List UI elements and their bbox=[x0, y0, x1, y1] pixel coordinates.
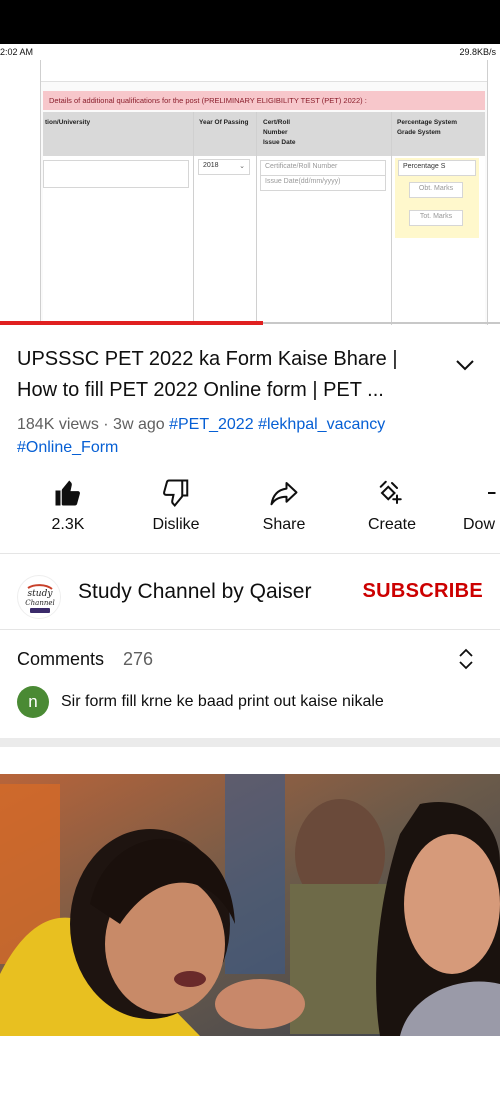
comments-section[interactable]: Comments 276 n Sir form fill krne ke baa… bbox=[0, 630, 500, 738]
form-table-header: tion/University Year Of Passing Cert/Rol… bbox=[43, 112, 485, 156]
like-count: 2.3K bbox=[51, 516, 85, 533]
svg-text:study: study bbox=[28, 589, 54, 599]
obt-marks-input: Obt. Marks bbox=[409, 182, 463, 198]
video-meta: 184K views · 3w ago #PET_2022 #lekhpal_v… bbox=[17, 413, 457, 459]
form-top-row bbox=[41, 60, 487, 82]
col-cert-line3: Issue Date bbox=[263, 139, 296, 146]
dislike-button[interactable]: Dislike bbox=[131, 478, 221, 534]
channel-row[interactable]: study Channel Study Channel by Qaiser SU… bbox=[0, 555, 500, 629]
col-pct-line1: Percentage System bbox=[397, 119, 457, 126]
status-time: 2:02 AM bbox=[0, 47, 34, 57]
share-icon bbox=[270, 482, 298, 506]
thumbs-down-icon bbox=[163, 479, 189, 508]
expand-description-icon[interactable] bbox=[452, 352, 478, 378]
tot-marks-input: Tot. Marks bbox=[409, 210, 463, 226]
col-institution: tion/University bbox=[45, 119, 91, 126]
form-section-heading: Details of additional qualifications for… bbox=[43, 91, 485, 110]
download-icon bbox=[488, 492, 496, 494]
top-black-bar bbox=[0, 0, 500, 44]
issue-date-input: Issue Date(dd/mm/yyyy) bbox=[260, 175, 386, 191]
institution-input bbox=[43, 160, 189, 188]
comment-text: Sir form fill krne ke baad print out kai… bbox=[61, 693, 384, 710]
comments-title: Comments bbox=[17, 649, 105, 669]
commenter-avatar: n bbox=[17, 686, 49, 718]
share-label: Share bbox=[262, 516, 306, 533]
percentage-select-value: Percentage S bbox=[403, 163, 446, 170]
thumbs-up-icon bbox=[55, 480, 80, 506]
col-divider bbox=[193, 112, 194, 325]
col-percentage: Percentage System Grade System bbox=[397, 118, 457, 138]
download-button[interactable]: Dow bbox=[455, 478, 500, 534]
hashtag-link[interactable]: #Online_Form bbox=[17, 439, 118, 456]
chevron-down-icon: ⌄ bbox=[239, 163, 245, 170]
create-icon bbox=[379, 480, 402, 504]
channel-name[interactable]: Study Channel by Qaiser bbox=[78, 580, 311, 604]
section-gap bbox=[0, 738, 500, 747]
video-player[interactable]: Details of additional qualifications for… bbox=[0, 60, 500, 325]
percentage-select: Percentage S bbox=[398, 160, 476, 176]
hashtag-link[interactable]: #PET_2022 bbox=[169, 416, 254, 433]
col-divider bbox=[256, 112, 257, 325]
thumbnail-image bbox=[0, 774, 500, 1036]
year-select-value: 2018 bbox=[203, 162, 219, 169]
like-button[interactable]: 2.3K bbox=[23, 478, 113, 534]
comments-count: 276 bbox=[123, 649, 154, 669]
video-progress-remaining[interactable] bbox=[263, 322, 500, 324]
status-bar: 2:02 AM 29.8KB/s bbox=[0, 44, 500, 60]
channel-logo: study Channel bbox=[19, 577, 60, 618]
view-count: 184K views bbox=[17, 416, 99, 433]
upload-age: 3w ago bbox=[113, 416, 165, 433]
video-progress-played[interactable] bbox=[0, 321, 263, 325]
expand-comments-icon[interactable] bbox=[455, 646, 477, 672]
col-cert: Cert/Roll Number Issue Date bbox=[263, 118, 296, 148]
form-frame: Details of additional qualifications for… bbox=[40, 60, 488, 325]
year-select: 2018 ⌄ bbox=[198, 159, 250, 175]
cert-number-input: Certificate/Roll Number bbox=[260, 160, 386, 176]
col-year: Year Of Passing bbox=[199, 119, 249, 126]
channel-avatar[interactable]: study Channel bbox=[17, 575, 61, 619]
svg-text:Channel: Channel bbox=[25, 599, 54, 607]
video-title[interactable]: UPSSSC PET 2022 ka Form Kaise Bhare | Ho… bbox=[17, 344, 437, 406]
subscribe-button[interactable]: SUBSCRIBE bbox=[363, 580, 484, 603]
next-video-thumbnail[interactable] bbox=[0, 774, 500, 1036]
download-label: Dow bbox=[463, 516, 496, 533]
col-cert-line2: Number bbox=[263, 129, 288, 136]
create-button[interactable]: Create bbox=[347, 478, 437, 534]
col-divider bbox=[391, 112, 392, 325]
col-pct-line2: Grade System bbox=[397, 129, 441, 136]
create-label: Create bbox=[367, 516, 417, 533]
divider bbox=[0, 553, 500, 554]
col-cert-line1: Cert/Roll bbox=[263, 119, 291, 126]
meta-separator: · bbox=[98, 416, 114, 433]
dislike-label: Dislike bbox=[152, 516, 200, 533]
status-net-speed: 29.8KB/s bbox=[459, 47, 496, 57]
share-button[interactable]: Share bbox=[239, 478, 329, 534]
hashtag-link[interactable]: #lekhpal_vacancy bbox=[258, 416, 385, 433]
action-bar: 2.3K Dislike Share Create Dow bbox=[0, 478, 500, 538]
